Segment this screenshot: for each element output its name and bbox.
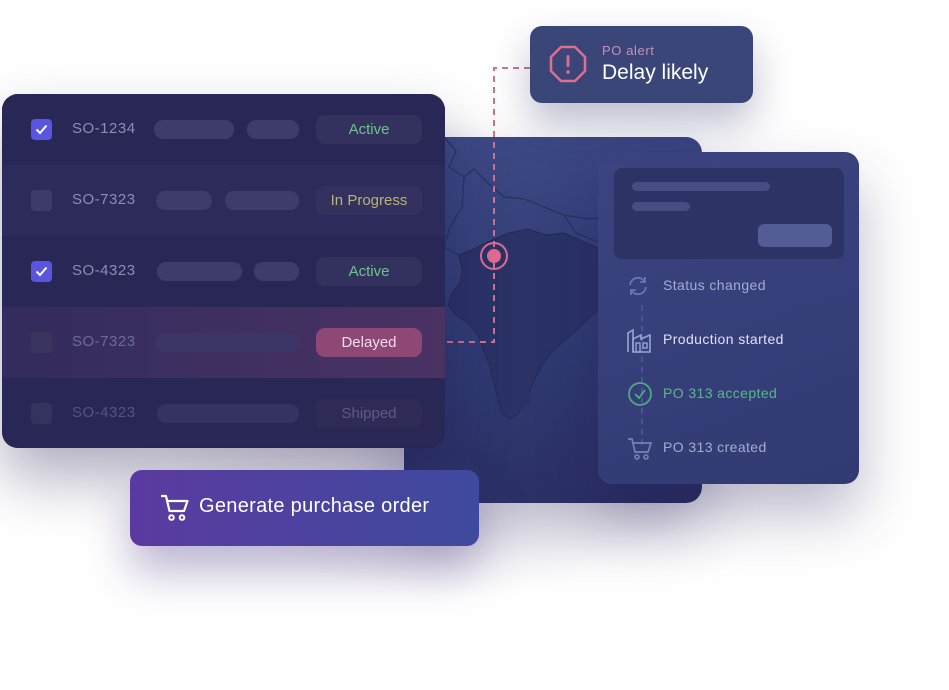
orders-panel: SO-1234 Active SO-7323 In Progress SO-43… [2,94,445,448]
order-id: SO-7323 [72,191,136,208]
order-row[interactable]: SO-4323 Active [2,236,445,307]
order-checkbox[interactable] [31,190,52,211]
order-id: SO-4323 [72,404,136,421]
activity-item: PO 313 created [622,430,852,466]
generate-purchase-order-button[interactable]: Generate purchase order [130,470,479,546]
activity-item: PO 313 accepted [622,376,852,412]
activity-label: Production started [663,331,784,347]
warning-octagon-icon [549,45,587,83]
activity-item: Status changed [622,268,852,304]
skeleton-line [632,182,770,191]
status-badge: Delayed [316,328,422,357]
generate-button-label: Generate purchase order [199,495,430,517]
placeholder-bar [157,404,299,423]
alert-message: Delay likely [602,61,709,84]
order-row[interactable]: SO-7323 In Progress [2,165,445,236]
activity-label: PO 313 created [663,439,767,455]
status-badge: Shipped [316,399,422,428]
factory-icon [627,328,651,353]
refresh-icon [629,276,647,296]
skeleton-line [632,202,690,211]
order-id: SO-7323 [72,333,136,350]
placeholder-bar [157,262,242,281]
order-checkbox[interactable] [31,261,52,282]
order-checkbox[interactable] [31,332,52,353]
cart-icon [161,494,189,521]
skeleton-button [758,224,832,247]
status-badge: Active [316,257,422,286]
check-icon [35,124,48,135]
activity-summary-card [614,168,844,259]
check-circle-icon [628,382,652,406]
alert-title: PO alert [602,43,655,58]
placeholder-bar [156,333,299,352]
order-checkbox[interactable] [31,403,52,424]
status-badge: Active [316,115,422,144]
activity-label: PO 313 accepted [663,385,778,401]
order-checkbox[interactable] [31,119,52,140]
order-id: SO-4323 [72,262,136,279]
placeholder-bar [247,120,299,139]
activity-label: Status changed [663,277,766,293]
placeholder-bar [154,120,234,139]
cart-icon [628,438,653,460]
placeholder-bar [254,262,299,281]
po-alert-card[interactable]: PO alert Delay likely [530,26,753,103]
order-row[interactable]: SO-1234 Active [2,94,445,165]
placeholder-bar [225,191,299,210]
check-icon [35,266,48,277]
order-id: SO-1234 [72,120,136,137]
order-row[interactable]: SO-4323 Shipped [2,378,445,448]
activity-item: Production started [622,322,852,358]
placeholder-bar [156,191,212,210]
status-badge: In Progress [316,186,422,215]
order-row[interactable]: SO-7323 Delayed [2,307,445,378]
